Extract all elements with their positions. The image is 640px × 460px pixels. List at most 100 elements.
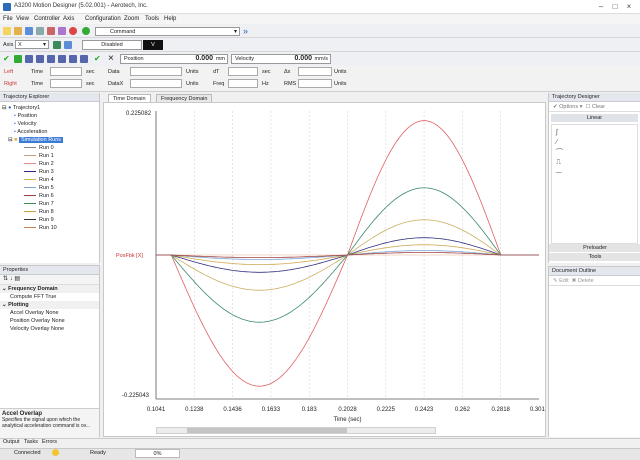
ramp-icon[interactable]: ∕ (556, 138, 633, 148)
cancel-icon[interactable]: × (108, 53, 114, 64)
axis-select[interactable]: X ▾ (15, 40, 49, 49)
chevron-down-icon[interactable]: ▾ (234, 28, 237, 35)
run-icon[interactable] (82, 27, 90, 35)
dt-field[interactable] (228, 67, 258, 76)
property-row[interactable]: Compute FFT True (0, 293, 99, 301)
enable-icon[interactable] (53, 41, 61, 49)
position-value: 0.000 (195, 55, 213, 62)
stop-icon[interactable] (69, 27, 77, 35)
tree-item-run[interactable]: Run 7 (2, 200, 99, 208)
close-icon[interactable]: × (624, 2, 634, 11)
copy-icon[interactable] (47, 27, 55, 35)
options-button[interactable]: Options (559, 104, 578, 110)
preloader-tab[interactable]: Preloader (549, 244, 640, 252)
tab-frequency-domain[interactable]: Frequency Domain (156, 94, 213, 102)
freq-field[interactable] (228, 79, 258, 88)
tree-item-run[interactable]: Run 8 (2, 208, 99, 216)
menu-file[interactable]: File (3, 16, 13, 22)
tab-output[interactable]: Output (3, 439, 20, 445)
rms-field[interactable] (298, 79, 332, 88)
left-data-field[interactable] (130, 67, 182, 76)
zoom-y-icon[interactable] (69, 55, 77, 63)
dx-field[interactable] (298, 67, 332, 76)
section-plotting[interactable]: ⌄ Plotting (0, 301, 99, 309)
tree-item-run[interactable]: Run 6 (2, 192, 99, 200)
tab-tasks[interactable]: Tasks (24, 439, 38, 445)
horizontal-scrollbar[interactable] (156, 427, 436, 434)
menu-zoom[interactable]: Zoom (124, 16, 139, 22)
minimize-icon[interactable]: – (596, 2, 606, 11)
dwell-icon[interactable]: ⏤ (556, 168, 633, 178)
position-label: Position (124, 56, 144, 62)
menu-axis[interactable]: Axis (63, 16, 74, 22)
command-combo[interactable]: Command ▾ (95, 27, 240, 36)
options-icon[interactable]: ✔ (553, 104, 558, 110)
save-icon[interactable] (25, 27, 33, 35)
tab-errors[interactable]: Errors (42, 439, 57, 445)
tree-item-acceleration[interactable]: ▪ Acceleration (2, 128, 99, 136)
clear-button[interactable]: Clear (592, 104, 605, 110)
chevron-down-icon[interactable]: ▾ (43, 41, 46, 48)
delete-icon[interactable]: ✖ (572, 278, 577, 284)
tab-time-domain[interactable]: Time Domain (108, 94, 151, 102)
menu-configuration[interactable]: Configuration (85, 16, 121, 22)
zoom-in-icon[interactable] (25, 55, 33, 63)
plot-area[interactable]: 0.1041 0.1238 0.1436 0.1633 0.183 0.2028 0.222… (103, 102, 546, 437)
property-row[interactable]: Velocity Overlay None (0, 325, 99, 333)
delete-button[interactable]: Delete (578, 278, 594, 284)
property-row[interactable]: Position Overlay None (0, 317, 99, 325)
edit-icon[interactable]: ✎ (553, 278, 558, 284)
left-time-field[interactable] (50, 67, 82, 76)
menu-help[interactable]: Help (164, 16, 176, 22)
accept-icon[interactable]: ✔ (94, 54, 101, 63)
property-row[interactable]: Accel Overlay None (0, 309, 99, 317)
tree-root[interactable]: ⊟ ● Trajectory1 (2, 104, 99, 112)
zoom-fit-icon[interactable] (47, 55, 55, 63)
jog-icon[interactable] (14, 55, 22, 63)
tree-item-simulation-runs[interactable]: ⊟ ■ Simulation Runs (2, 136, 99, 144)
step-icon[interactable]: ⎍ (556, 158, 633, 168)
run-color-swatch (24, 171, 36, 173)
zoom-out-icon[interactable] (36, 55, 44, 63)
sort-alpha-icon[interactable]: ↓ (10, 276, 13, 282)
plot-svg[interactable]: 0.1041 0.1238 0.1436 0.1633 0.183 0.2028 0.222… (104, 103, 545, 436)
tree-item-run[interactable]: Run 3 (2, 168, 99, 176)
edit-button[interactable]: Edit (559, 278, 568, 284)
tree-item-run[interactable]: Run 10 (2, 224, 99, 232)
tree-item-position[interactable]: ▪ Position (2, 112, 99, 120)
tools-tab[interactable]: Tools (549, 253, 640, 261)
right-time-field[interactable] (50, 79, 82, 88)
sort-category-icon[interactable]: ⇅ (3, 276, 8, 282)
maximize-icon[interactable]: □ (610, 2, 620, 11)
menu-controller[interactable]: Controller (34, 16, 60, 22)
tree-item-run[interactable]: Run 1 (2, 152, 99, 160)
trajectory-explorer-panel: Trajectory Explorer ⊟ ● Trajectory1 ▪ Po… (0, 93, 100, 263)
home-icon[interactable] (64, 41, 72, 49)
menu-view[interactable]: View (16, 16, 29, 22)
right-data-field[interactable] (130, 79, 182, 88)
cut-icon[interactable] (36, 27, 44, 35)
tree-item-run[interactable]: Run 9 (2, 216, 99, 224)
tree-item-run[interactable]: Run 5 (2, 184, 99, 192)
open-folder-icon[interactable] (14, 27, 22, 35)
trapezoid-icon[interactable]: ⌒ (556, 148, 633, 158)
menu-tools[interactable]: Tools (145, 16, 159, 22)
property-pages-icon[interactable]: ▤ (14, 276, 20, 282)
property-text: Accel Overlay None (10, 310, 59, 316)
linear-section[interactable]: Linear (551, 114, 638, 122)
zoom-x-icon[interactable] (58, 55, 66, 63)
new-file-icon[interactable] (3, 27, 11, 35)
trajectory-designer-panel: Trajectory Designer ✔ Options ▾ ☐ Clear … (548, 93, 640, 263)
help-text: Specifies the signal upon which the anal… (2, 417, 91, 429)
tree-item-velocity[interactable]: ▪ Velocity (2, 120, 99, 128)
check-icon[interactable]: ✔ (3, 54, 10, 63)
scurve-icon[interactable]: ∫ (556, 128, 633, 138)
tree-item-run[interactable]: Run 2 (2, 160, 99, 168)
scrollbar-thumb[interactable] (187, 428, 347, 433)
execute-icon[interactable]: » (243, 26, 248, 36)
tree-item-run[interactable]: Run 0 (2, 144, 99, 152)
pan-icon[interactable] (80, 55, 88, 63)
tree-item-run[interactable]: Run 4 (2, 176, 99, 184)
section-frequency-domain[interactable]: ⌄ Frequency Domain (0, 285, 99, 293)
paste-icon[interactable] (58, 27, 66, 35)
